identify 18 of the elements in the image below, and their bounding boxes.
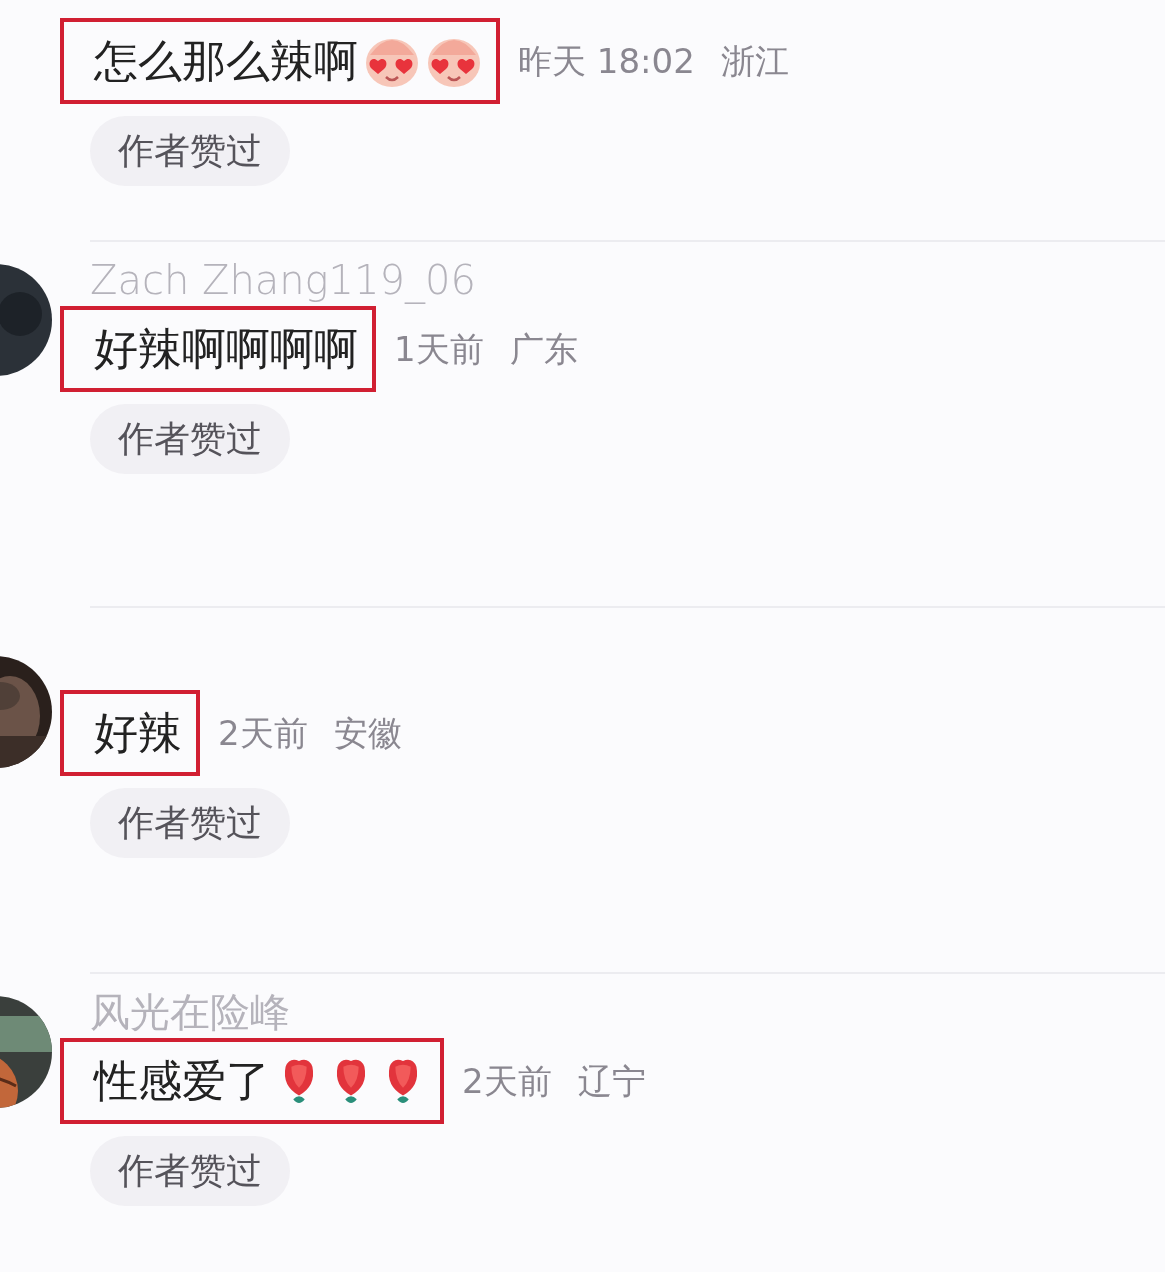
comment-text: 性感爱了 xyxy=(94,1054,270,1108)
comment-time: 昨天 18:02 xyxy=(518,39,695,83)
author-liked-tag: 作者赞过 xyxy=(90,1136,290,1206)
author-liked-tag: 作者赞过 xyxy=(90,788,290,858)
comment-time: 2天前 xyxy=(218,711,308,755)
comment-location: 广东 xyxy=(509,327,578,371)
author-liked-tag: 作者赞过 xyxy=(90,404,290,474)
comment-location: 安徽 xyxy=(333,711,402,755)
username[interactable]: Zach Zhang119_06 xyxy=(90,257,476,303)
comment-text: 怎么那么辣啊 xyxy=(94,34,358,88)
comment-time: 2天前 xyxy=(462,1059,552,1103)
comment-location: 辽宁 xyxy=(577,1059,646,1103)
comment-text: 好辣啊啊啊啊 xyxy=(94,322,358,376)
author-liked-tag: 作者赞过 xyxy=(90,116,290,186)
comment-text: 好辣 xyxy=(94,706,182,760)
comment-location: 浙江 xyxy=(720,39,789,83)
username[interactable]: 风光在险峰 xyxy=(90,989,290,1035)
comment-time: 1天前 xyxy=(394,327,484,371)
